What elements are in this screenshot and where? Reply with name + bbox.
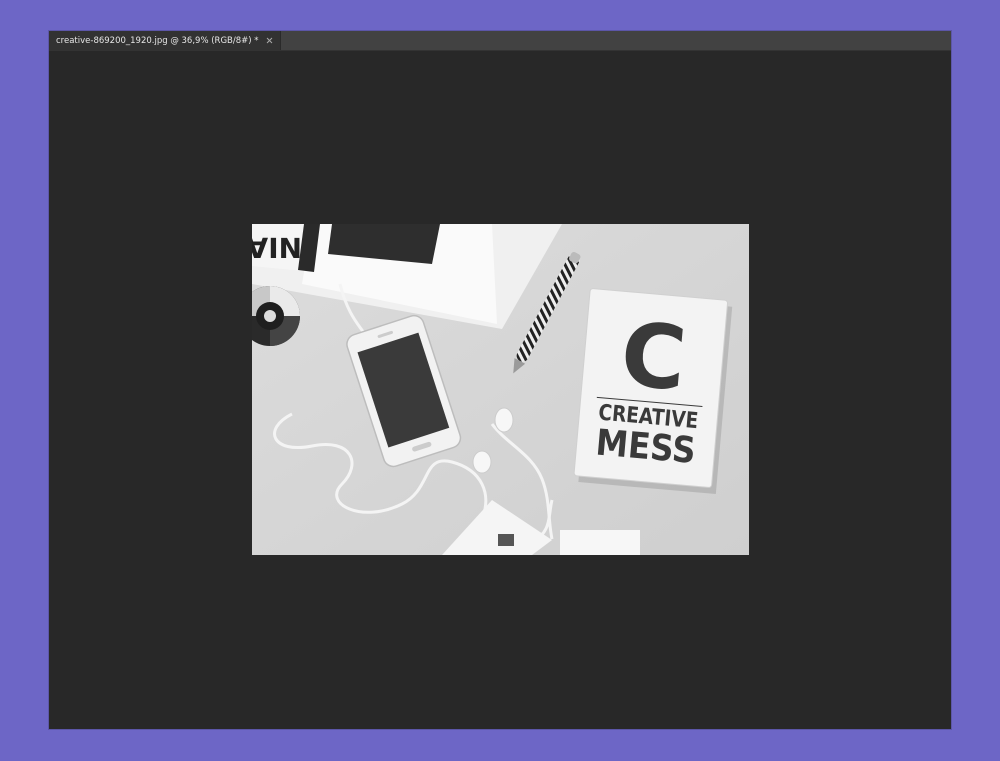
canvas-workspace[interactable]: NIA C CREATIVE MESS xyxy=(49,51,951,729)
document-image[interactable]: NIA C CREATIVE MESS xyxy=(252,224,749,555)
earbud-icon xyxy=(494,407,514,433)
document-tab-title: creative-869200_1920.jpg @ 36,9% (RGB/8#… xyxy=(56,35,259,46)
document-tab[interactable]: creative-869200_1920.jpg @ 36,9% (RGB/8#… xyxy=(49,31,281,50)
notebook: C CREATIVE MESS xyxy=(573,288,733,495)
document-tab-bar: creative-869200_1920.jpg @ 36,9% (RGB/8#… xyxy=(49,31,951,51)
paper-fragment-text: NIA xyxy=(252,231,302,264)
notebook-letter: C xyxy=(617,302,690,410)
earbud-icon xyxy=(472,450,492,474)
document-window: creative-869200_1920.jpg @ 36,9% (RGB/8#… xyxy=(49,31,951,729)
paper-card-right xyxy=(560,530,640,555)
close-icon[interactable] xyxy=(265,36,274,45)
photo-artwork: NIA C CREATIVE MESS xyxy=(252,224,749,555)
notebook-title-line2: MESS xyxy=(594,422,697,472)
paper-card-print xyxy=(498,534,514,546)
